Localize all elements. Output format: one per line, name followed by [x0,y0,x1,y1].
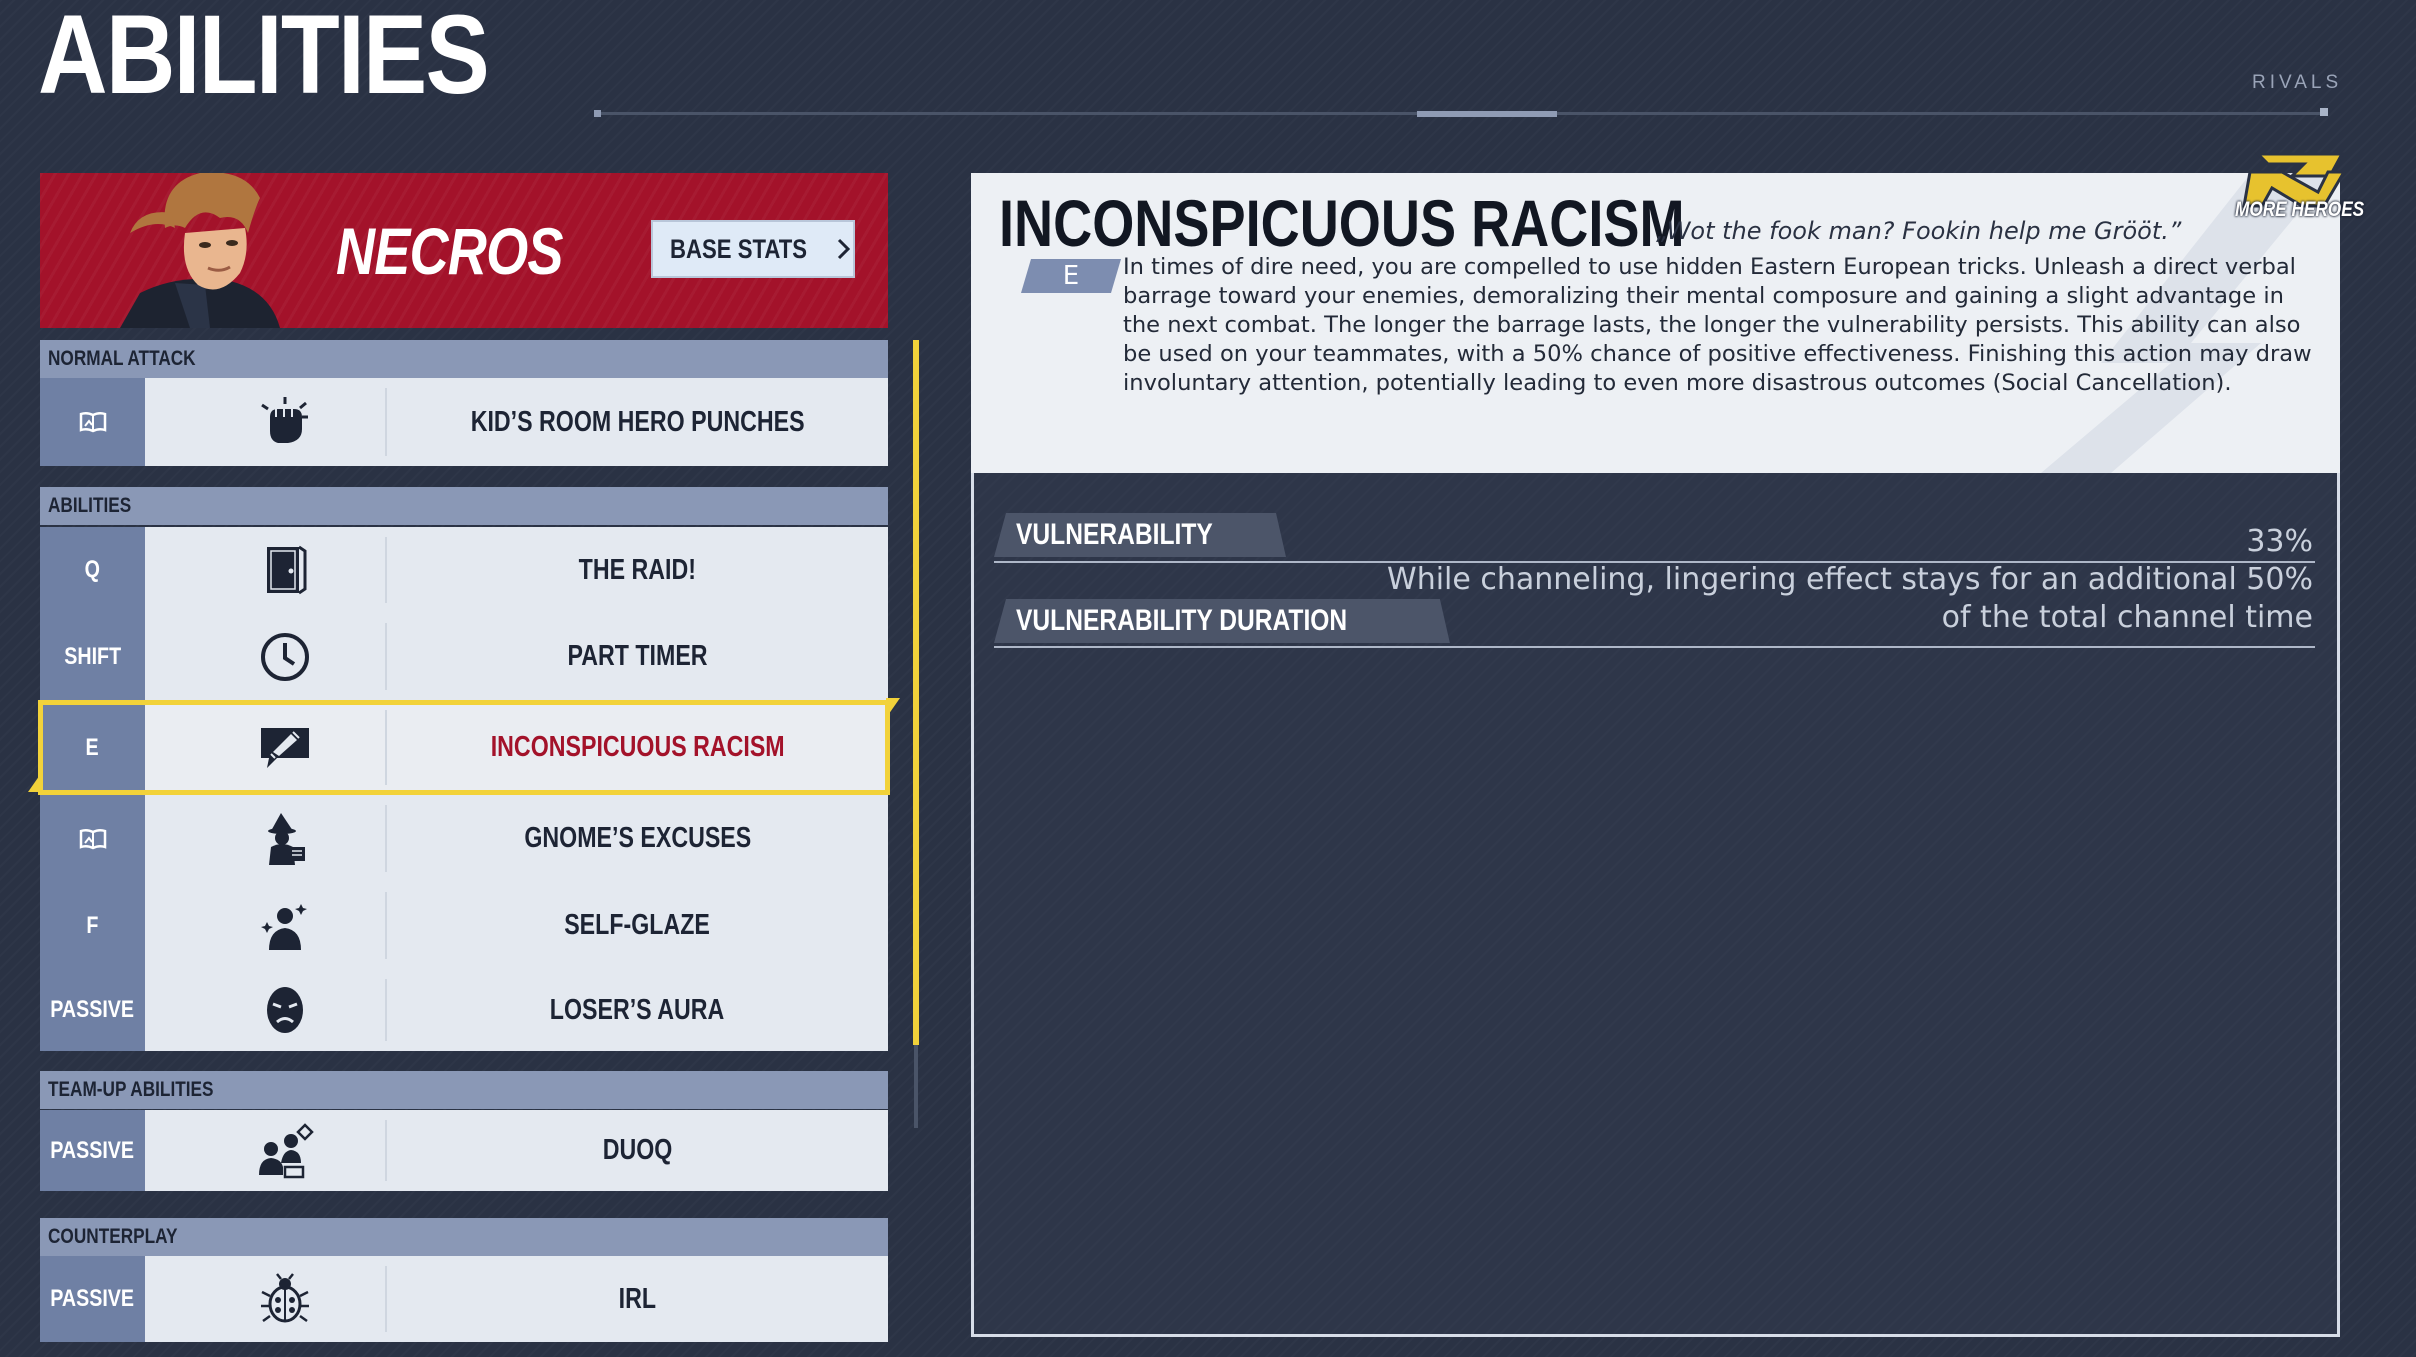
ability-row-losers-aura[interactable]: PASSIVE LOSER’S AURA [40,969,888,1051]
hero-portrait-icon [120,173,280,328]
ability-detail-quote: „Wot the fook man? Fookin help me Grööt.… [1656,217,2182,245]
stat-value-vulnerability: 33% [2246,524,2313,559]
section-header-counterplay: COUNTERPLAY [40,1218,888,1256]
ability-row-duoq[interactable]: PASSIVE DUOQ [40,1110,888,1191]
section-header-normal-attack: NORMAL ATTACK [40,340,888,378]
gnome-icon [145,795,425,882]
book-icon [79,828,106,849]
ability-row-irl[interactable]: PASSIVE IRL [40,1256,888,1342]
ability-name: GNOME’S EXCUSES [524,822,751,854]
ability-row-inconspicuous-racism[interactable]: E INCONSPICUOUS RACISM [40,700,888,795]
ability-name: LOSER’S AURA [550,993,725,1026]
ability-name: SELF-GLAZE [564,909,711,941]
more-heroes-logo-icon[interactable] [2232,146,2360,236]
sad-mask-icon [145,969,425,1051]
sparkle-person-icon [145,882,425,969]
header-dot-left [594,110,601,117]
ability-detail-description: In times of dire need, you are compelled… [1123,254,2312,396]
brand-label: RIVALS [2252,72,2343,93]
ability-row-gnomes-excuses[interactable]: GNOME’S EXCUSES [40,795,888,882]
ability-detail-title: INCONSPICUOUS RACISM [999,186,1685,260]
key-badge: PASSIVE [40,1256,145,1342]
ability-detail-card: INCONSPICUOUS RACISM „Wot the fook man? … [971,173,2340,473]
stat-value-line-1: While channeling, lingering effect stays… [1387,562,2313,597]
duo-icon [145,1110,425,1191]
ability-row-part-timer[interactable]: SHIFT PART TIMER [40,613,888,700]
key-badge [40,378,145,466]
stat-value-vulnerability-duration: While channeling, lingering effect stays… [1387,561,2313,637]
base-stats-button[interactable]: BASE STATS [651,220,855,278]
key-badge: PASSIVE [40,969,145,1051]
speech-pencil-icon [145,700,425,795]
ability-name: INCONSPICUOUS RACISM [490,731,785,763]
stat-divider [994,646,2315,648]
page-title: ABILITIES [38,0,490,117]
ability-name: KID’S ROOM HERO PUNCHES [470,405,805,438]
book-icon [79,411,106,433]
clock-icon [145,613,425,700]
ability-row-self-glaze[interactable]: F SELF-GLAZE [40,882,888,969]
fist-icon [145,378,425,466]
header-dot-right [2320,108,2328,116]
bug-icon [145,1256,425,1342]
stat-label-vulnerability-duration: VULNERABILITY DURATION [994,599,1450,643]
key-badge: PASSIVE [40,1110,145,1191]
section-header-team-up: TEAM-UP ABILITIES [40,1071,888,1109]
more-heroes-label[interactable]: MORE HEROES [2235,198,2393,222]
key-badge: F [40,882,145,969]
hero-banner: NECROS BASE STATS [40,173,888,328]
list-scrollbar-thumb[interactable] [913,340,919,1045]
key-badge: SHIFT [40,613,145,700]
ability-name: IRL [618,1282,657,1315]
key-badge: Q [40,527,145,613]
selected-row-corner-left [28,772,42,792]
ability-row-normal-attack[interactable]: KID’S ROOM HERO PUNCHES [40,378,888,466]
key-badge: E [40,700,145,795]
ability-name: DUOQ [602,1134,673,1166]
header-divider-highlight [1417,111,1557,117]
hero-name: NECROS [336,214,563,288]
section-header-abilities: ABILITIES [40,487,888,525]
selected-row-corner-right [886,698,900,718]
ability-detail-key-badge: E [1021,259,1121,293]
ability-name: THE RAID! [578,553,697,586]
ability-stats-panel: VULNERABILITY 33% VULNERABILITY DURATION… [971,473,2340,1337]
ability-row-the-raid[interactable]: Q THE RAID! [40,527,888,613]
stat-label-vulnerability: VULNERABILITY [994,513,1286,557]
base-stats-label: BASE STATS [670,233,808,264]
key-badge [40,795,145,882]
stat-value-line-2: of the total channel time [1941,600,2313,635]
ability-name: PART TIMER [567,640,708,672]
door-icon [145,527,425,613]
chevron-right-icon [837,238,850,260]
